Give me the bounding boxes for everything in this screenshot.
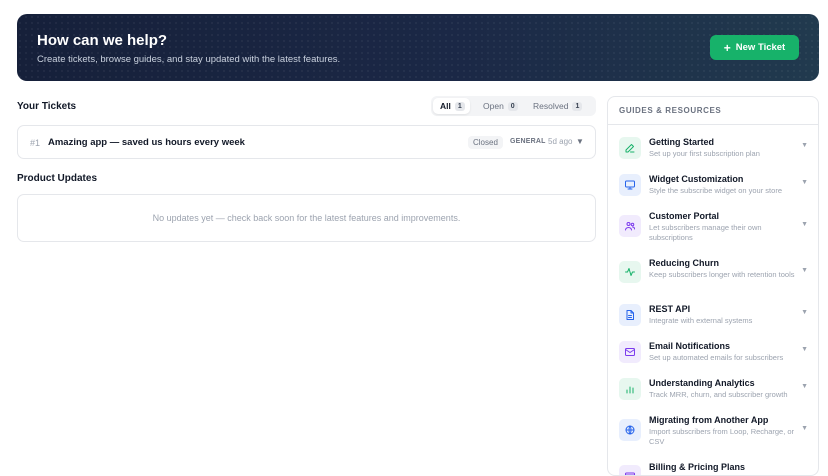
mail-icon xyxy=(619,341,641,363)
tab-count: 1 xyxy=(572,101,583,111)
product-updates-heading: Product Updates xyxy=(17,173,98,184)
guide-title: Getting Started xyxy=(649,137,715,147)
monitor-icon xyxy=(619,174,641,196)
guide-description: Import subscribers from Loop, Recharge, … xyxy=(649,427,795,446)
chevron-down-icon: ▼ xyxy=(801,267,808,274)
chevron-down-icon: ▼ xyxy=(801,179,808,186)
status-badge: Closed xyxy=(468,136,503,149)
guide-title: REST API xyxy=(649,304,691,314)
guide-description: Set up automated emails for subscribers xyxy=(649,353,784,362)
new-ticket-button[interactable]: + New Ticket xyxy=(710,35,799,60)
ticket-id: #1 xyxy=(30,138,41,148)
guide-description: Set up your first subscription plan xyxy=(649,149,760,158)
tab-count: 0 xyxy=(507,101,518,111)
chevron-down-icon: ▼ xyxy=(801,221,808,228)
guide-title: Understanding Analytics xyxy=(649,378,755,388)
globe-icon xyxy=(619,419,641,441)
guide-description: Let subscribers manage their own subscri… xyxy=(649,223,762,242)
tab-label: All xyxy=(440,101,451,111)
tab-label: Open xyxy=(483,101,504,111)
ticket-category: GENERAL xyxy=(510,138,546,145)
your-tickets-heading: Your Tickets xyxy=(17,101,77,112)
ticket-timestamp: 5d ago xyxy=(548,137,573,146)
bar-chart-icon xyxy=(619,378,641,400)
ticket-title: Amazing app — saved us hours every week xyxy=(48,137,245,148)
hero-title: How can we help? xyxy=(37,32,168,49)
pencil-icon xyxy=(619,137,641,159)
guide-title: Customer Portal xyxy=(649,211,720,221)
guide-description: Keep subscribers longer with retention t… xyxy=(649,270,795,279)
hero-banner: How can we help? Create tickets, browse … xyxy=(17,14,819,81)
guide-title: Widget Customization xyxy=(649,174,744,184)
users-icon xyxy=(619,215,641,237)
guide-title: Reducing Churn xyxy=(649,258,719,268)
hero-subtitle: Create tickets, browse guides, and stay … xyxy=(37,54,341,65)
guide-title: Email Notifications xyxy=(649,341,731,351)
chevron-down-icon: ▼ xyxy=(801,383,808,390)
chevron-down-icon[interactable]: ▼ xyxy=(576,137,584,146)
chevron-down-icon: ▼ xyxy=(801,309,808,316)
ticket-row[interactable]: #1 Amazing app — saved us hours every we… xyxy=(17,125,596,159)
tab-open[interactable]: Open 0 xyxy=(476,98,522,114)
ticket-filter-tabs: All 1 Open 0 Resolved 1 xyxy=(431,96,596,116)
credit-card-icon xyxy=(619,465,641,475)
tab-label: Resolved xyxy=(533,101,569,111)
chevron-down-icon: ▼ xyxy=(801,346,808,353)
tab-resolved[interactable]: Resolved 1 xyxy=(526,98,586,114)
new-ticket-label: New Ticket xyxy=(735,42,786,53)
guide-description: Track MRR, churn, and subscriber growth xyxy=(649,390,788,399)
chevron-down-icon: ▼ xyxy=(801,142,808,149)
guides-panel: GUIDES & RESOURCES Getting Started Set u… xyxy=(607,96,819,476)
chevron-down-icon: ▼ xyxy=(801,425,808,432)
file-icon xyxy=(619,304,641,326)
plus-icon: + xyxy=(723,40,731,55)
updates-empty-state: No updates yet — check back soon for the… xyxy=(17,194,596,242)
updates-empty-text: No updates yet — check back soon for the… xyxy=(152,213,461,223)
guide-description: Style the subscribe widget on your store xyxy=(649,186,782,195)
guide-description: Integrate with external systems xyxy=(649,316,753,325)
guide-title: Migrating from Another App xyxy=(649,415,769,425)
guides-heading: GUIDES & RESOURCES xyxy=(608,97,818,125)
tab-count: 1 xyxy=(454,101,465,111)
guide-title: Billing & Pricing Plans xyxy=(649,462,746,472)
tab-all[interactable]: All 1 xyxy=(433,98,470,114)
activity-icon xyxy=(619,261,641,283)
